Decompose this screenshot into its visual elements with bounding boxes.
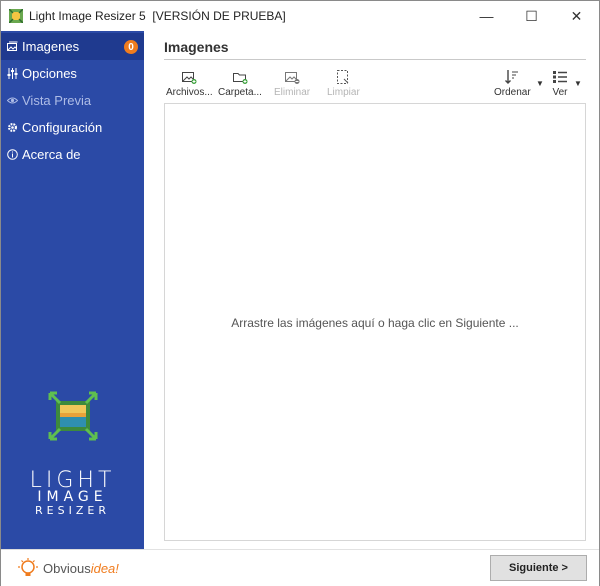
next-button[interactable]: Siguiente > <box>490 555 587 581</box>
add-folder-label: Carpeta... <box>218 87 262 98</box>
minimize-button[interactable]: — <box>464 1 509 31</box>
clear-label: Limpiar <box>327 87 360 98</box>
sidebar-item-label: Vista Previa <box>22 93 92 108</box>
app-icon <box>9 9 23 23</box>
clear-button[interactable]: Limpiar <box>327 69 360 101</box>
view-label: Ver <box>552 87 568 98</box>
sidebar: Imagenes 0 Opciones Vista Previa Configu… <box>1 31 144 549</box>
add-folder-button[interactable]: Carpeta... <box>218 69 262 101</box>
drop-hint-text: Arrastre las imágenes aquí o haga clic e… <box>231 316 519 330</box>
page-title: Imagenes <box>164 39 229 55</box>
remove-button[interactable]: Eliminar <box>274 69 310 101</box>
obviousidea-brand[interactable]: Obviousidea! <box>1 549 144 586</box>
close-button[interactable]: ✕ <box>554 1 599 31</box>
remove-label: Eliminar <box>274 87 311 98</box>
brand-text: Obviousidea! <box>43 561 119 576</box>
gear-icon <box>6 122 18 134</box>
brand-text-main: Obvious <box>43 560 91 576</box>
window-title: Light Image Resizer 5 [VERSIÓN DE PRUEBA… <box>29 9 286 23</box>
footer-divider <box>144 549 599 550</box>
sidebar-item-label: Acerca de <box>22 147 81 162</box>
title-divider <box>164 59 586 60</box>
logo-text-image: IMAGE <box>37 489 108 505</box>
app-logo-image <box>48 391 98 441</box>
main-panel: Imagenes Archivos... Carpeta... Eliminar… <box>144 31 599 586</box>
add-files-label: Archivos... <box>166 87 213 98</box>
view-list-icon <box>553 71 567 83</box>
images-count-badge: 0 <box>124 40 138 54</box>
chevron-down-icon: ▼ <box>574 79 582 88</box>
add-image-icon <box>182 72 197 84</box>
title-bar: Light Image Resizer 5 [VERSIÓN DE PRUEBA… <box>1 1 599 31</box>
window-controls: — ☐ ✕ <box>464 1 599 31</box>
sliders-icon <box>6 68 18 80</box>
clear-icon <box>337 70 349 84</box>
maximize-button[interactable]: ☐ <box>509 1 554 31</box>
sidebar-item-opciones[interactable]: Opciones <box>1 60 144 87</box>
add-folder-icon <box>232 73 248 84</box>
sidebar-item-label: Opciones <box>22 66 77 81</box>
brand-text-accent: idea! <box>90 560 119 576</box>
remove-image-icon <box>285 72 300 84</box>
sidebar-item-vista-previa[interactable]: Vista Previa <box>1 87 144 114</box>
info-icon <box>6 149 18 161</box>
chevron-down-icon: ▼ <box>536 79 544 88</box>
images-icon <box>6 41 18 53</box>
sidebar-item-label: Imagenes <box>22 39 80 54</box>
add-files-button[interactable]: Archivos... <box>166 69 213 101</box>
sidebar-item-acerca-de[interactable]: Acerca de <box>1 141 144 168</box>
view-button[interactable]: Ver <box>552 69 568 101</box>
sort-label: Ordenar <box>494 87 531 98</box>
image-drop-zone[interactable]: Arrastre las imágenes aquí o haga clic e… <box>164 103 586 541</box>
app-window: Light Image Resizer 5 [VERSIÓN DE PRUEBA… <box>0 0 600 586</box>
eye-icon <box>6 95 18 107</box>
sort-button[interactable]: Ordenar <box>494 69 531 101</box>
lightbulb-icon <box>18 558 38 576</box>
logo-text-resizer: RESIZER <box>35 504 110 517</box>
sort-icon <box>505 70 519 84</box>
sidebar-item-configuracion[interactable]: Configuración <box>1 114 144 141</box>
sidebar-item-imagenes[interactable]: Imagenes 0 <box>1 33 144 60</box>
sidebar-item-label: Configuración <box>22 120 103 135</box>
